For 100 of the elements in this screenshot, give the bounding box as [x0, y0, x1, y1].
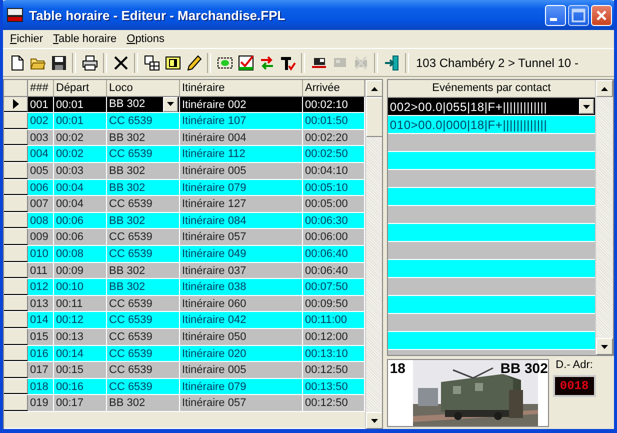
table-cell: CC 6539	[107, 229, 180, 245]
table-cell: 00:13:50	[303, 378, 365, 394]
minimize-button[interactable]	[545, 4, 566, 26]
table-cell: BB 302	[107, 180, 180, 196]
table-cell: Itinéraire 005	[180, 362, 303, 378]
scroll-down-icon[interactable]	[366, 412, 382, 429]
table-cell: 00:02	[54, 130, 107, 146]
table-cell: 00:06:40	[303, 246, 365, 262]
table-cell: 00:08	[54, 246, 107, 262]
dropdown-value: BB 302	[109, 97, 146, 112]
table-row[interactable]: 014 00:12 CC 6539 Itinéraire 042 00:11:00	[4, 312, 365, 329]
table-cell: Itinéraire 037	[180, 262, 303, 278]
table-cell: 00:14	[54, 346, 107, 362]
table-cell: Itinéraire 004	[180, 130, 303, 146]
scroll-thumb[interactable]	[366, 97, 382, 137]
table-cell: 00:11:00	[303, 312, 365, 328]
table-cell: 00:01	[54, 96, 107, 112]
table-row[interactable]: 016 00:14 CC 6539 Itinéraire 020 00:13:10	[4, 346, 365, 362]
table-row[interactable]: 017 00:15 CC 6539 Itinéraire 005 00:12:50	[4, 362, 365, 379]
table-row[interactable]: 009 00:06 CC 6539 Itinéraire 057 00:06:00	[4, 229, 365, 246]
table-cell: BB 302	[107, 162, 180, 179]
table-row[interactable]: 018 00:16 CC 6539 Itinéraire 079 00:13:50	[4, 378, 365, 396]
table-cell: 00:06:00	[303, 229, 365, 245]
table-cell: 001	[28, 96, 54, 112]
table-cell: 00:12:50	[303, 395, 365, 411]
table-cell: Itinéraire 060	[180, 296, 303, 312]
app-icon	[7, 7, 23, 23]
window-title: Table horaire - Editeur - Marchandise.FPL	[29, 8, 286, 22]
table-cell: 00:07:50	[303, 279, 365, 295]
table-cell: 00:06:30	[303, 212, 365, 228]
menu-item[interactable]: Options	[122, 33, 170, 45]
table-cell: Itinéraire 049	[180, 246, 303, 262]
table-row[interactable]: 003 00:02 BB 302 Itinéraire 004 00:02:20	[4, 130, 365, 146]
table-cell: 019	[28, 395, 54, 411]
column-header[interactable]: Loco	[107, 80, 180, 96]
close-button[interactable]	[591, 4, 612, 26]
dropdown-value: 002>00.0|055|18|F+|||||||||||||	[390, 100, 548, 114]
column-header[interactable]: Itinéraire	[180, 80, 303, 96]
scroll-up-icon[interactable]	[596, 80, 613, 97]
table-row[interactable]: 019 00:17 BB 302 Itinéraire 057 00:12:50	[4, 395, 365, 412]
table-cell: 003	[28, 130, 54, 146]
table-row[interactable]: 010 00:08 CC 6539 Itinéraire 049 00:06:40	[4, 246, 365, 263]
table-row[interactable]: 012 00:10 BB 302 Itinéraire 038 00:07:50	[4, 279, 365, 296]
table-cell: 017	[28, 362, 54, 378]
event-row[interactable]: 002>00.0|055|18|F+|||||||||||||	[388, 98, 595, 116]
table-cell: 00:01	[54, 113, 107, 129]
table-row[interactable]: 004 00:02 CC 6539 Itinéraire 112 00:02:50	[4, 146, 365, 163]
table-cell: 016	[28, 346, 54, 362]
table-cell: CC 6539	[107, 362, 180, 378]
table-cell: 00:06	[54, 229, 107, 245]
table-cell: 00:16	[54, 378, 107, 394]
table-cell: BB 302	[107, 212, 180, 228]
scroll-up-icon[interactable]	[366, 80, 382, 97]
table-cell: Itinéraire 042	[180, 312, 303, 328]
table-cell: 00:06	[54, 212, 107, 228]
table-cell: BB 302	[107, 395, 180, 411]
menu-item[interactable]: Fichier	[5, 33, 48, 45]
table-cell: 00:06:40	[303, 262, 365, 278]
table-row[interactable]: 008 00:06 BB 302 Itinéraire 084 00:06:30	[4, 212, 365, 230]
table-cell: 014	[28, 312, 54, 328]
table-cell: 007	[28, 196, 54, 212]
table-cell: 00:04	[54, 196, 107, 212]
table-row[interactable]: 001 00:01 BB 302 Itinéraire 002 00:02:10	[4, 96, 365, 114]
table-cell: 00:12:50	[303, 362, 365, 378]
menu-item[interactable]: Table horaire	[48, 33, 122, 45]
table-row[interactable]: 011 00:09 BB 302 Itinéraire 037 00:06:40	[4, 262, 365, 280]
table-row[interactable]: 002 00:01 CC 6539 Itinéraire 107 00:01:50	[4, 113, 365, 130]
table-row[interactable]: 007 00:04 CC 6539 Itinéraire 127 00:05:00	[4, 196, 365, 213]
table-cell: 00:10	[54, 279, 107, 295]
scroll-down-icon[interactable]	[596, 338, 613, 355]
table-cell: 004	[28, 146, 54, 162]
scrollbar[interactable]	[595, 80, 613, 355]
table-cell: 00:04	[54, 180, 107, 196]
scrollbar[interactable]	[365, 80, 382, 429]
table-cell: Itinéraire 005	[180, 162, 303, 179]
table-cell: Itinéraire 020	[180, 346, 303, 362]
column-header[interactable]: Départ	[54, 80, 107, 96]
event-row[interactable]: 010>00.0|000|18|F+|||||||||||||	[388, 116, 595, 134]
address-display: 0018	[552, 375, 596, 397]
table-cell: Itinéraire 127	[180, 196, 303, 212]
table-cell: Itinéraire 084	[180, 212, 303, 228]
table-cell: Itinéraire 079	[180, 180, 303, 196]
table-cell: BB 302	[107, 279, 180, 295]
maximize-button[interactable]	[568, 4, 589, 26]
table-row[interactable]: 013 00:11 CC 6539 Itinéraire 060 00:09:50	[4, 296, 365, 312]
table-cell: CC 6539	[107, 328, 180, 344]
table-cell: 008	[28, 212, 54, 228]
table-cell: CC 6539	[107, 196, 180, 212]
table-cell: CC 6539	[107, 246, 180, 262]
table-row[interactable]: 006 00:04 BB 302 Itinéraire 079 00:05:10	[4, 180, 365, 196]
table-cell: 00:02	[54, 146, 107, 162]
table-cell: 006	[28, 180, 54, 196]
column-header[interactable]: ###	[28, 80, 54, 96]
table-cell: Itinéraire 057	[180, 395, 303, 411]
table-row[interactable]: 015 00:13 CC 6539 Itinéraire 050 00:12:00	[4, 328, 365, 346]
table-row[interactable]: 005 00:03 BB 302 Itinéraire 005 00:04:10	[4, 162, 365, 180]
table-cell: 005	[28, 162, 54, 179]
table-cell: 00:02:10	[303, 96, 365, 112]
table-cell: 00:11	[54, 296, 107, 312]
table-cell: BB 302	[107, 130, 180, 146]
